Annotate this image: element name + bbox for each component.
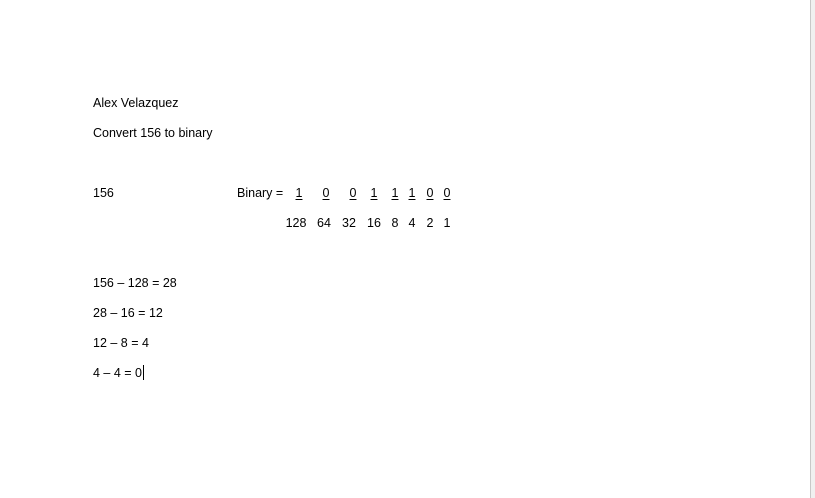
binary-digit: 0: [443, 186, 451, 200]
place-value: 4: [408, 216, 416, 230]
place-value: 16: [367, 216, 381, 230]
place-value: 1: [443, 216, 451, 230]
place-value: 8: [391, 216, 399, 230]
text-cursor: [143, 365, 144, 380]
subtraction-step: 12 – 8 = 4: [93, 336, 149, 350]
document-page[interactable]: Alex Velazquez Convert 156 to binary 156…: [0, 0, 810, 498]
binary-digit: 1: [391, 186, 399, 200]
place-value: 32: [342, 216, 356, 230]
binary-digit: 0: [322, 186, 330, 200]
page-gutter: [811, 0, 815, 498]
subtraction-step-last: 4 – 4 = 0: [93, 365, 144, 381]
subtraction-step: 28 – 16 = 12: [93, 306, 163, 320]
place-value: 2: [426, 216, 434, 230]
subtraction-step-text: 4 – 4 = 0: [93, 366, 142, 380]
binary-digit: 0: [349, 186, 357, 200]
binary-digit: 1: [408, 186, 416, 200]
binary-digit: 1: [295, 186, 303, 200]
subtraction-step: 156 – 128 = 28: [93, 276, 177, 290]
task-title: Convert 156 to binary: [93, 126, 213, 140]
binary-digit: 0: [426, 186, 434, 200]
place-value: 64: [317, 216, 331, 230]
binary-label: Binary =: [237, 186, 284, 200]
decimal-number: 156: [93, 186, 114, 200]
binary-digit: 1: [370, 186, 378, 200]
place-value: 128: [285, 216, 307, 230]
author-name: Alex Velazquez: [93, 96, 179, 110]
